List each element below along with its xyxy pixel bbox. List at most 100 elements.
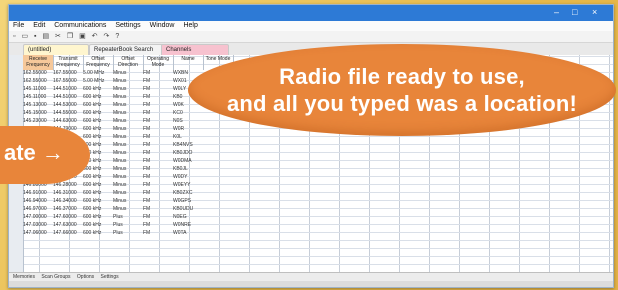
sheet-tab-options[interactable]: Options bbox=[77, 274, 94, 280]
grid-cell[interactable]: 600 kHz bbox=[83, 205, 113, 213]
grid-cell[interactable]: 600 kHz bbox=[83, 133, 113, 141]
grid-cell[interactable]: Minus bbox=[113, 109, 143, 117]
grid-cell[interactable]: Minus bbox=[113, 117, 143, 125]
table-row[interactable]: 17146.94000146.34000600 kHzMinusFMW0GPS bbox=[23, 197, 613, 205]
table-row[interactable]: 10146.73000146.13000600 kHzMinusFMKB4NVS bbox=[23, 141, 613, 149]
grid-cell[interactable]: 146.31000 bbox=[53, 189, 83, 197]
grid-cell[interactable]: FM bbox=[143, 157, 173, 165]
table-row[interactable]: 15146.88000146.28000600 kHzMinusFMW0EYY bbox=[23, 181, 613, 189]
grid-cell[interactable]: 146.97000 bbox=[23, 205, 53, 213]
grid-cell[interactable]: 147.03000 bbox=[23, 221, 53, 229]
grid-cell[interactable]: FM bbox=[143, 213, 173, 221]
table-row[interactable]: 16146.91000146.31000600 kHzMinusFMKB0ZXC bbox=[23, 189, 613, 197]
grid-cell[interactable]: W0R bbox=[173, 125, 203, 133]
grid-cell[interactable]: W0DMA bbox=[173, 157, 203, 165]
table-row[interactable]: 9145.41000144.81000600 kHzMinusFMK0L bbox=[23, 133, 613, 141]
grid-cell[interactable]: 600 kHz bbox=[83, 197, 113, 205]
redo-icon[interactable]: ↷ bbox=[104, 33, 112, 40]
grid-cell[interactable]: 600 kHz bbox=[83, 93, 113, 101]
table-row[interactable]: 20147.03000147.63000600 kHzPlusFMW0NRE bbox=[23, 221, 613, 229]
grid-cell[interactable]: 162.55000 bbox=[23, 69, 53, 77]
grid-cell[interactable]: 600 kHz bbox=[83, 229, 113, 237]
grid-cell[interactable]: Minus bbox=[113, 173, 143, 181]
grid-cell[interactable]: FM bbox=[143, 181, 173, 189]
save-icon[interactable]: ▪ bbox=[34, 33, 38, 40]
grid-cell[interactable]: 600 kHz bbox=[83, 221, 113, 229]
grid-cell[interactable]: KB0ZXC bbox=[173, 189, 203, 197]
grid-cell[interactable]: 600 kHz bbox=[83, 101, 113, 109]
grid-cell[interactable]: KB0JDO bbox=[173, 149, 203, 157]
menu-help[interactable]: Help bbox=[183, 22, 197, 29]
grid-cell[interactable]: Minus bbox=[113, 157, 143, 165]
grid-cell[interactable]: 145.11000 bbox=[23, 93, 53, 101]
grid-cell[interactable]: 600 kHz bbox=[83, 213, 113, 221]
grid-cell[interactable]: N0EG bbox=[173, 213, 203, 221]
grid-cell[interactable]: W0GPS bbox=[173, 197, 203, 205]
close-button[interactable]: × bbox=[592, 7, 597, 18]
undo-icon[interactable]: ↶ bbox=[92, 33, 100, 40]
table-row[interactable]: 13146.82000146.22000600 kHzMinusFMKB0JL bbox=[23, 165, 613, 173]
grid-cell[interactable]: 145.11000 bbox=[23, 85, 53, 93]
grid-cell[interactable]: FM bbox=[143, 149, 173, 157]
grid-cell[interactable]: 145.15000 bbox=[23, 109, 53, 117]
grid-cell[interactable]: 146.91000 bbox=[23, 189, 53, 197]
grid-cell[interactable]: W0EYY bbox=[173, 181, 203, 189]
grid-cell[interactable]: Minus bbox=[113, 133, 143, 141]
grid-cell[interactable]: 167.55000 bbox=[53, 69, 83, 77]
grid-cell[interactable]: Minus bbox=[113, 165, 143, 173]
grid-cell[interactable]: W0DY bbox=[173, 173, 203, 181]
header-name[interactable]: Name bbox=[173, 55, 204, 70]
table-row[interactable]: 11146.76000146.16000600 kHzMinusFMKB0JDO bbox=[23, 149, 613, 157]
grid-cell[interactable]: FM bbox=[143, 77, 173, 85]
open-icon[interactable]: ▭ bbox=[21, 33, 30, 40]
grid-cell[interactable]: W0TA bbox=[173, 229, 203, 237]
minimize-button[interactable]: – bbox=[554, 7, 559, 18]
grid-cell[interactable]: 144.63000 bbox=[53, 117, 83, 125]
table-row[interactable]: 19147.00000147.60000600 kHzPlusFMN0EG bbox=[23, 213, 613, 221]
grid-cell[interactable]: 147.60000 bbox=[53, 213, 83, 221]
help-icon[interactable]: ? bbox=[115, 33, 121, 40]
grid-cell[interactable]: 5.00 MHz bbox=[83, 69, 113, 77]
grid-cell[interactable]: FM bbox=[143, 173, 173, 181]
grid-cell[interactable]: Minus bbox=[113, 93, 143, 101]
grid-cell[interactable]: FM bbox=[143, 141, 173, 149]
grid-cell[interactable]: Plus bbox=[113, 221, 143, 229]
grid-cell[interactable]: FM bbox=[143, 117, 173, 125]
header-operating-mode[interactable]: Operating Mode bbox=[143, 55, 174, 70]
grid-cell[interactable]: KB0JL bbox=[173, 165, 203, 173]
grid-cell[interactable]: FM bbox=[143, 189, 173, 197]
paste-icon[interactable]: ▣ bbox=[79, 33, 88, 40]
grid-cell[interactable]: 144.51000 bbox=[53, 85, 83, 93]
grid-cell[interactable]: W0NRE bbox=[173, 221, 203, 229]
table-row[interactable]: 14146.85000146.25000600 kHzMinusFMW0DY bbox=[23, 173, 613, 181]
grid-cell[interactable]: Plus bbox=[113, 229, 143, 237]
maximize-button[interactable]: □ bbox=[572, 7, 577, 18]
grid-cell[interactable]: 162.55000 bbox=[23, 77, 53, 85]
grid-cell[interactable]: FM bbox=[143, 69, 173, 77]
menu-file[interactable]: File bbox=[13, 22, 24, 29]
grid-cell[interactable]: Minus bbox=[113, 141, 143, 149]
grid-cell[interactable]: 147.06000 bbox=[23, 229, 53, 237]
print-icon[interactable]: ▤ bbox=[42, 33, 51, 40]
grid-cell[interactable]: 144.53000 bbox=[53, 101, 83, 109]
table-row[interactable]: 21147.06000147.66000600 kHzPlusFMW0TA bbox=[23, 229, 613, 237]
grid-cell[interactable]: FM bbox=[143, 125, 173, 133]
grid-cell[interactable]: 144.55000 bbox=[53, 109, 83, 117]
sheet-tab-settings[interactable]: Settings bbox=[101, 274, 119, 280]
grid-cell[interactable]: Minus bbox=[113, 189, 143, 197]
table-row[interactable]: 12146.79000146.19000600 kHzMinusFMW0DMA bbox=[23, 157, 613, 165]
menu-settings[interactable]: Settings bbox=[115, 22, 140, 29]
grid-cell[interactable]: 600 kHz bbox=[83, 165, 113, 173]
grid-cell[interactable]: 145.13000 bbox=[23, 101, 53, 109]
grid-cell[interactable]: N0S bbox=[173, 117, 203, 125]
grid-cell[interactable]: 147.63000 bbox=[53, 221, 83, 229]
grid-cell[interactable]: FM bbox=[143, 109, 173, 117]
grid-cell[interactable]: KB4NVS bbox=[173, 141, 203, 149]
grid-cell[interactable]: 146.94000 bbox=[23, 197, 53, 205]
grid-cell[interactable]: Minus bbox=[113, 181, 143, 189]
grid-cell[interactable]: 600 kHz bbox=[83, 125, 113, 133]
menu-window[interactable]: Window bbox=[150, 22, 175, 29]
grid-cell[interactable]: 600 kHz bbox=[83, 117, 113, 125]
grid-cell[interactable]: Minus bbox=[113, 85, 143, 93]
grid-cell[interactable]: 144.51000 bbox=[53, 93, 83, 101]
